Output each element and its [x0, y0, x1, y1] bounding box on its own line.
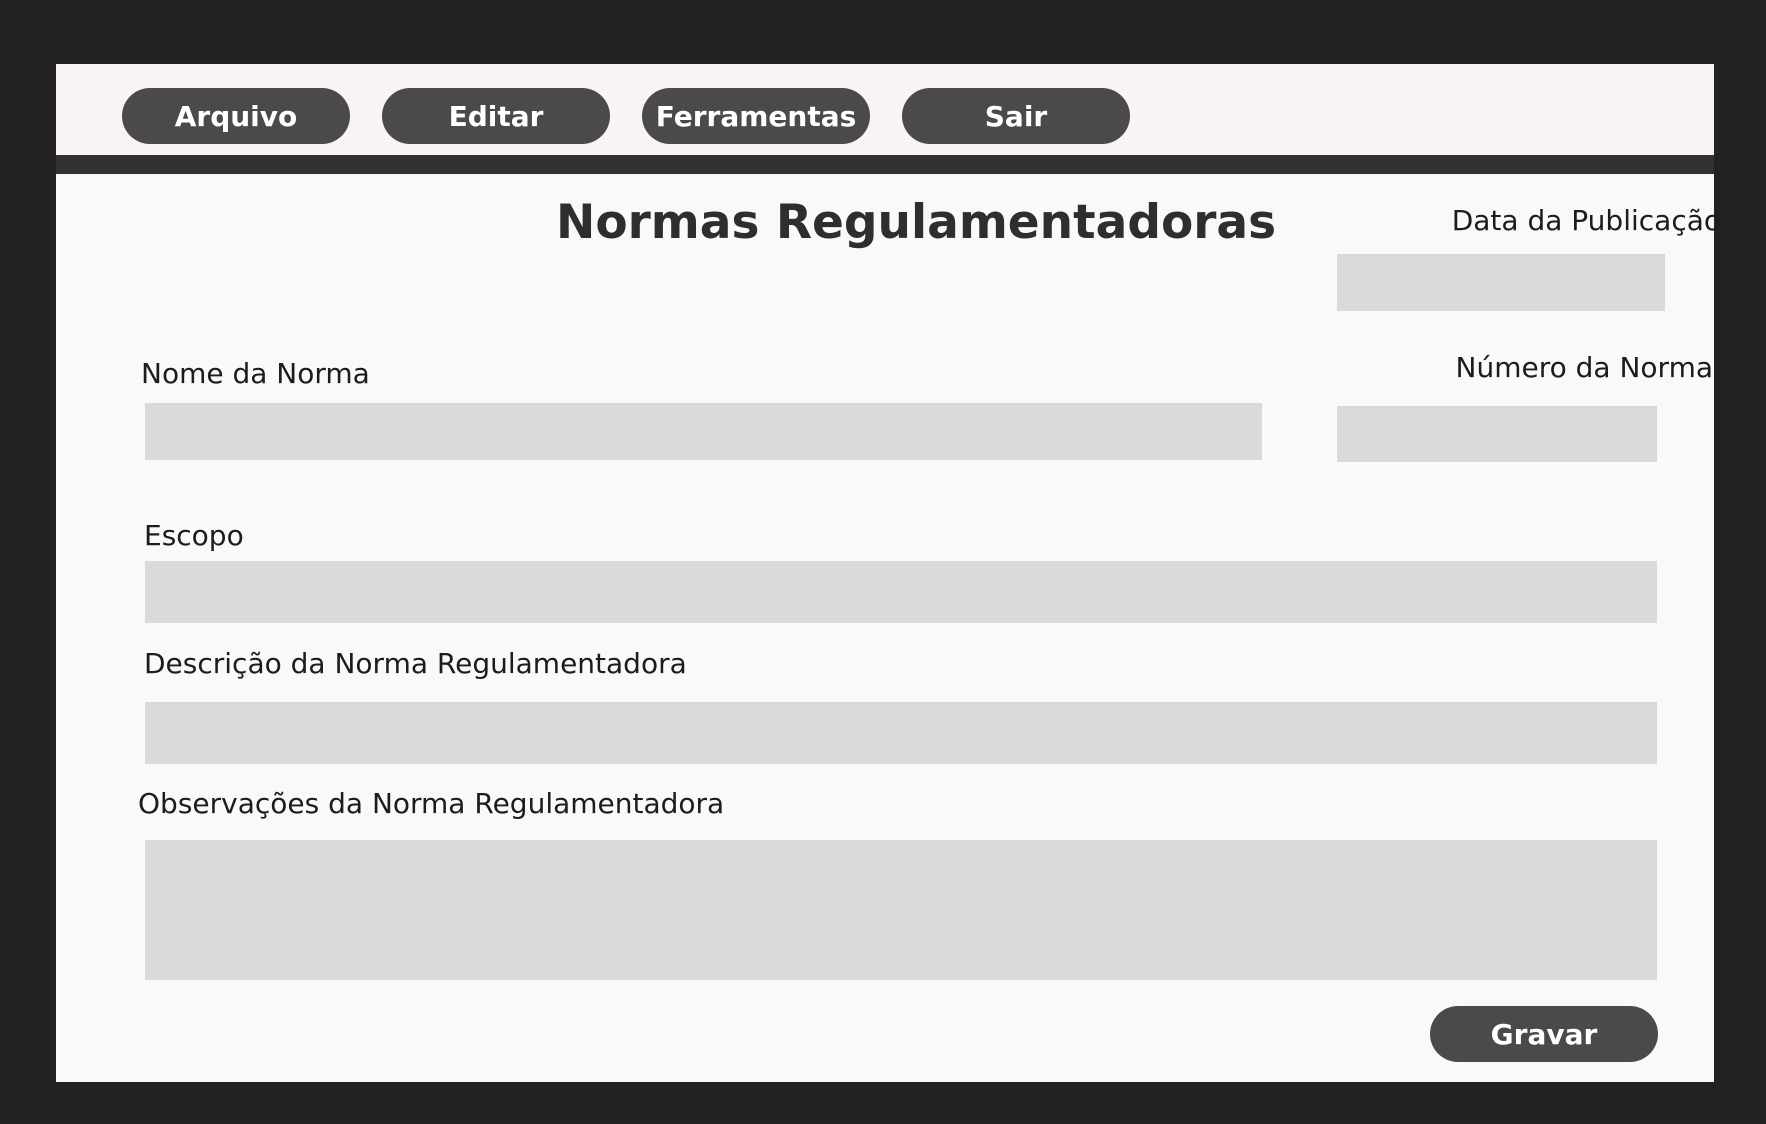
menu-ferramentas-button[interactable]: Ferramentas — [642, 88, 870, 144]
description-label: Descrição da Norma Regulamentadora — [144, 647, 687, 680]
menu-arquivo-button[interactable]: Arquivo — [122, 88, 350, 144]
description-field[interactable] — [145, 702, 1657, 764]
scope-label: Escopo — [144, 519, 244, 552]
save-button[interactable]: Gravar — [1430, 1006, 1658, 1062]
menu-bar: Arquivo Editar Ferramentas Sair — [56, 64, 1714, 155]
scope-field[interactable] — [145, 561, 1657, 623]
observations-label: Observações da Norma Regulamentadora — [138, 787, 725, 820]
publication-date-field[interactable] — [1337, 254, 1665, 311]
norm-name-field[interactable] — [145, 403, 1262, 460]
norm-name-label: Nome da Norma — [141, 357, 370, 390]
menu-sair-button[interactable]: Sair — [902, 88, 1130, 144]
observations-field[interactable] — [145, 840, 1657, 980]
form-window: Arquivo Editar Ferramentas Sair Normas R… — [56, 64, 1721, 1082]
publication-date-label: Data da Publicação — [1451, 204, 1721, 237]
norm-number-label: Número da Norma — [1455, 351, 1713, 384]
menu-editar-button[interactable]: Editar — [382, 88, 610, 144]
norm-number-field[interactable] — [1337, 406, 1657, 462]
menu-bar-divider — [56, 155, 1714, 174]
page-title: Normas Regulamentadoras — [556, 195, 1277, 250]
